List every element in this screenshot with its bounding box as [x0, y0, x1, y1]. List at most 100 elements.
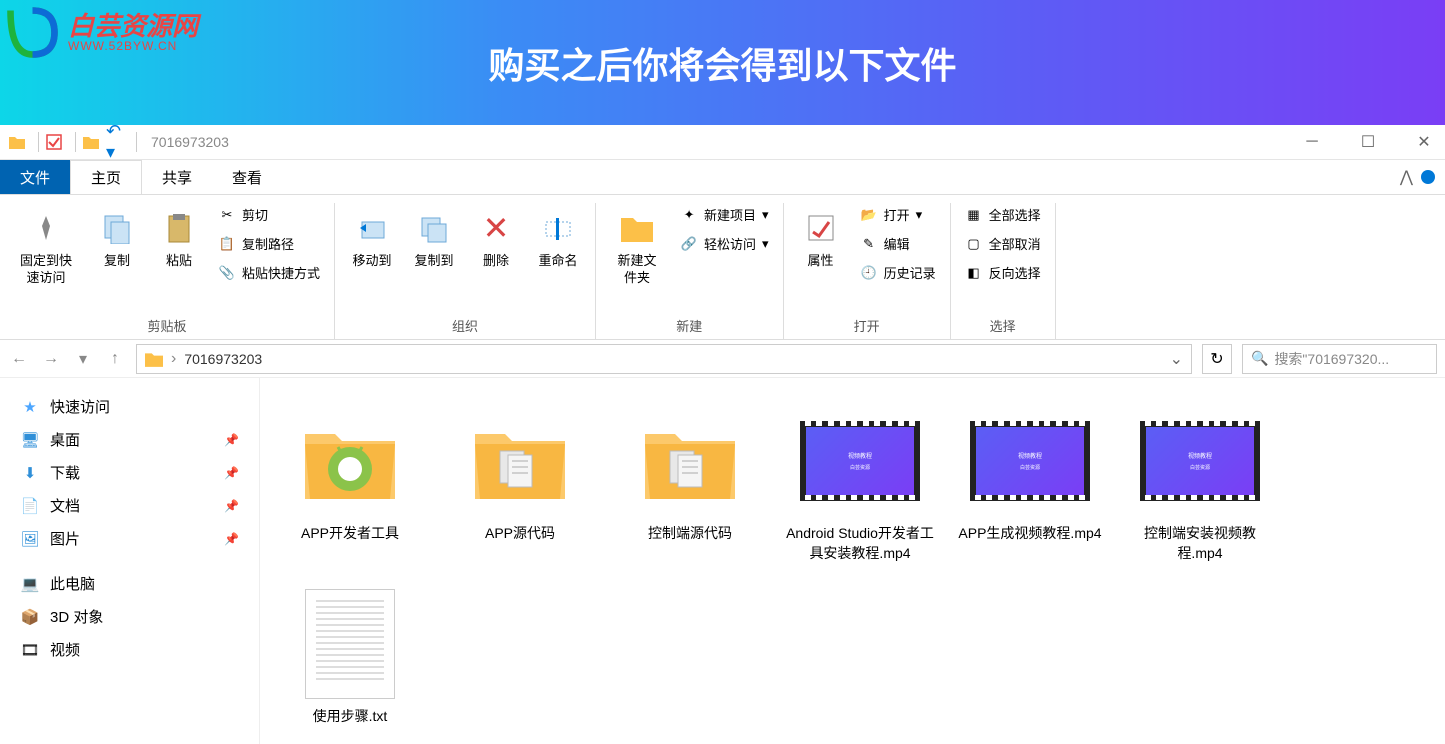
file-thumbnail: [630, 406, 750, 516]
logo: 白芸资源网 WWW.52BYW.CN: [5, 5, 198, 60]
sidebar-3d-objects[interactable]: 📦 3D 对象: [0, 600, 259, 633]
up-button[interactable]: ↑: [104, 348, 126, 370]
chevron-up-icon[interactable]: ⋀: [1400, 167, 1413, 187]
sidebar-quick-access[interactable]: ★ 快速访问: [0, 390, 259, 423]
file-grid: APP开发者工具APP源代码控制端源代码 视频教程白芸资源 Android Stud…: [260, 378, 1445, 744]
pin-icon: 📌: [224, 532, 239, 546]
sidebar-videos[interactable]: 🎞 视频: [0, 633, 259, 666]
logo-text: 白芸资源网: [68, 13, 198, 39]
recent-dropdown[interactable]: ▾: [72, 348, 94, 370]
pictures-icon: 🖼: [20, 529, 40, 549]
paste-button[interactable]: 粘贴: [152, 203, 206, 274]
copy-path-icon: 📋: [218, 235, 236, 253]
pin-icon: 📌: [224, 499, 239, 513]
ribbon-group-select: ▦全部选择 ▢全部取消 ◧反向选择 选择: [951, 203, 1056, 339]
back-button[interactable]: ←: [8, 348, 30, 370]
maximize-button[interactable]: ☐: [1355, 129, 1381, 155]
file-item[interactable]: APP源代码: [440, 398, 600, 571]
paste-shortcut-button[interactable]: 📎粘贴快捷方式: [214, 261, 324, 284]
file-item[interactable]: 控制端源代码: [610, 398, 770, 571]
cube-icon: 📦: [20, 607, 40, 627]
new-folder-button[interactable]: 新建文件夹: [606, 203, 668, 291]
delete-button[interactable]: ✕ 删除: [469, 203, 523, 274]
copy-button[interactable]: 复制: [90, 203, 144, 274]
banner: 白芸资源网 WWW.52BYW.CN 购买之后你将会得到以下文件: [0, 0, 1445, 125]
ribbon-group-open: 属性 📂打开▾ ✎编辑 🕘历史记录 打开: [784, 203, 951, 339]
help-icon[interactable]: [1421, 170, 1435, 184]
tab-file[interactable]: 文件: [0, 160, 70, 194]
folder-icon: [145, 350, 163, 368]
file-item[interactable]: 视频教程白芸资源 APP生成视频教程.mp4: [950, 398, 1110, 571]
sidebar-this-pc[interactable]: 💻 此电脑: [0, 567, 259, 600]
downloads-icon: ⬇: [20, 463, 40, 483]
file-item[interactable]: APP开发者工具: [270, 398, 430, 571]
breadcrumb[interactable]: 7016973203: [184, 351, 262, 367]
history-button[interactable]: 🕘历史记录: [856, 261, 940, 284]
cut-button[interactable]: ✂剪切: [214, 203, 324, 226]
logo-subtext: WWW.52BYW.CN: [68, 39, 198, 53]
search-input[interactable]: 🔍 搜索"701697320...: [1242, 344, 1437, 374]
sidebar-desktop[interactable]: 🖥 桌面📌: [0, 423, 259, 456]
chevron-down-icon[interactable]: ⌄: [1170, 349, 1183, 369]
content-area: ★ 快速访问 🖥 桌面📌 ⬇ 下载📌 📄 文档📌 🖼 图片📌 💻 此电脑 📦 3…: [0, 378, 1445, 744]
edit-button[interactable]: ✎编辑: [856, 232, 940, 255]
checkbox-icon[interactable]: [45, 133, 63, 151]
window-titlebar: ↶ ▾ 7016973203 ─ ☐ ✕: [0, 125, 1445, 160]
file-name: Android Studio开发者工具安装教程.mp4: [784, 524, 936, 563]
copy-to-button[interactable]: 复制到: [407, 203, 461, 274]
star-icon: ★: [20, 397, 40, 417]
file-name: APP生成视频教程.mp4: [958, 524, 1101, 544]
select-none-icon: ▢: [965, 235, 983, 253]
rename-button[interactable]: 重命名: [531, 203, 585, 274]
edit-icon: ✎: [860, 235, 878, 253]
address-input[interactable]: › 7016973203 ⌄: [136, 344, 1192, 374]
select-all-button[interactable]: ▦全部选择: [961, 203, 1045, 226]
video-icon: 🎞: [20, 640, 40, 660]
file-item[interactable]: 使用步骤.txt: [270, 581, 430, 735]
file-item[interactable]: 视频教程白芸资源 Android Studio开发者工具安装教程.mp4: [780, 398, 940, 571]
sidebar-documents[interactable]: 📄 文档📌: [0, 489, 259, 522]
select-none-button[interactable]: ▢全部取消: [961, 232, 1045, 255]
paste-shortcut-icon: 📎: [218, 264, 236, 282]
move-to-button[interactable]: 移动到: [345, 203, 399, 274]
tab-home[interactable]: 主页: [70, 160, 142, 194]
refresh-button[interactable]: ↻: [1202, 344, 1232, 374]
sidebar-pictures[interactable]: 🖼 图片📌: [0, 522, 259, 555]
tab-view[interactable]: 查看: [212, 160, 282, 194]
folder-small-icon: [82, 133, 100, 151]
ribbon-tabs: 文件 主页 共享 查看 ⋀: [0, 160, 1445, 195]
file-item[interactable]: 视频教程白芸资源控制端安装视频教程.mp4: [1120, 398, 1280, 571]
easy-access-button[interactable]: 🔗轻松访问▾: [676, 232, 773, 255]
select-all-icon: ▦: [965, 206, 983, 224]
close-button[interactable]: ✕: [1411, 129, 1437, 155]
ribbon: 固定到快速访问 复制 粘贴 ✂剪切 📋复制路径 📎粘贴快捷方式 剪贴板 移动到: [0, 195, 1445, 340]
ribbon-group-clipboard: 固定到快速访问 复制 粘贴 ✂剪切 📋复制路径 📎粘贴快捷方式 剪贴板: [0, 203, 335, 339]
pin-quickaccess-button[interactable]: 固定到快速访问: [10, 203, 82, 291]
history-icon: 🕘: [860, 264, 878, 282]
file-name: 控制端源代码: [648, 524, 732, 544]
file-thumbnail: 视频教程白芸资源: [970, 406, 1090, 516]
file-thumbnail: 视频教程白芸资源: [800, 406, 920, 516]
navigation-sidebar: ★ 快速访问 🖥 桌面📌 ⬇ 下载📌 📄 文档📌 🖼 图片📌 💻 此电脑 📦 3…: [0, 378, 260, 744]
undo-icon[interactable]: ↶ ▾: [106, 133, 124, 151]
file-thumbnail: 视频教程白芸资源: [1140, 406, 1260, 516]
minimize-button[interactable]: ─: [1299, 129, 1325, 155]
file-name: 使用步骤.txt: [313, 707, 388, 727]
new-item-button[interactable]: ✦新建项目▾: [676, 203, 773, 226]
search-placeholder: 搜索"701697320...: [1274, 349, 1389, 369]
folder-icon: [8, 133, 26, 151]
invert-selection-button[interactable]: ◧反向选择: [961, 261, 1045, 284]
invert-icon: ◧: [965, 264, 983, 282]
easy-access-icon: 🔗: [680, 235, 698, 253]
properties-button[interactable]: 属性: [794, 203, 848, 274]
open-icon: 📂: [860, 206, 878, 224]
copy-path-button[interactable]: 📋复制路径: [214, 232, 324, 255]
tab-share[interactable]: 共享: [142, 160, 212, 194]
window-title: 7016973203: [151, 134, 229, 150]
open-button[interactable]: 📂打开▾: [856, 203, 940, 226]
sidebar-downloads[interactable]: ⬇ 下载📌: [0, 456, 259, 489]
pin-icon: 📌: [224, 433, 239, 447]
file-thumbnail: [290, 589, 410, 699]
forward-button[interactable]: →: [40, 348, 62, 370]
search-icon: 🔍: [1251, 350, 1268, 367]
